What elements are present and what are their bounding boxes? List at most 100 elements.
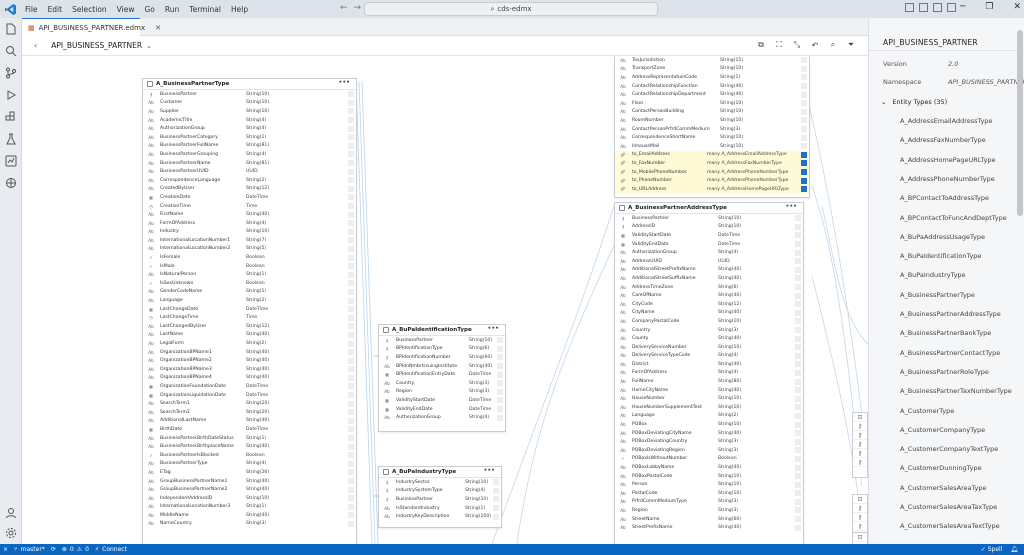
property-row[interactable]: Ab ContactPersonPrfrdCommMedium String(3) bbox=[615, 125, 809, 134]
entity-type-item[interactable]: A_BusinessPartnerRoleType bbox=[900, 368, 989, 376]
property-row[interactable]: Ab POBoxDeviatingCityName String(40) bbox=[615, 429, 803, 438]
row-handle[interactable] bbox=[493, 513, 499, 520]
entity-type-item[interactable]: A_BusinessPartnerAddressType bbox=[900, 310, 1001, 318]
row-handle[interactable] bbox=[795, 498, 801, 505]
entity-type-item[interactable]: A_CustomerCompanyTextType bbox=[900, 445, 998, 453]
property-row[interactable]: Ab OrganizationBPName4 String(40) bbox=[143, 374, 356, 383]
property-row[interactable]: ✓ BusinessPartnerIsBlocked Boolean bbox=[143, 451, 356, 460]
row-handle[interactable] bbox=[801, 65, 807, 72]
toggle-panel-icon[interactable] bbox=[919, 3, 928, 12]
row-handle[interactable] bbox=[497, 388, 503, 395]
row-handle[interactable] bbox=[348, 306, 354, 313]
restore-icon[interactable]: ❐ bbox=[985, 2, 993, 12]
row-handle[interactable] bbox=[348, 297, 354, 304]
row-handle[interactable] bbox=[348, 374, 354, 381]
branch-indicator[interactable]: ⑂ master* bbox=[14, 546, 45, 553]
property-row[interactable]: Ab CorrespondenceLanguage String(2) bbox=[143, 176, 356, 185]
menu-view[interactable]: View bbox=[112, 5, 140, 14]
entity-address-continued[interactable]: Ab TaxJurisdiction String(15) Ab TransportZo… bbox=[614, 56, 810, 198]
explorer-icon[interactable] bbox=[0, 18, 22, 40]
entity-partial-right-1[interactable]: ⊡ ⚷ ⚷ ⚷ ⚷ ⚷ bbox=[852, 412, 868, 478]
property-row[interactable]: Ab CareOfName String(40) bbox=[615, 291, 803, 300]
row-handle[interactable] bbox=[348, 478, 354, 485]
property-row[interactable]: Ab POBoxDeviatingRegion String(3) bbox=[615, 446, 803, 455]
row-handle[interactable] bbox=[795, 275, 801, 282]
entity-bupa-identification[interactable]: A_BuPaIdentificationType ••• ⚷ BusinessPa… bbox=[378, 324, 506, 432]
property-row[interactable]: Ab Country String(3) bbox=[615, 326, 803, 335]
property-row[interactable]: Ab HomeCityName String(40) bbox=[615, 386, 803, 395]
row-handle[interactable] bbox=[348, 383, 354, 390]
more-options-icon[interactable]: ••• bbox=[483, 467, 495, 474]
property-row[interactable]: Ab FullName String(80) bbox=[615, 377, 803, 386]
property-row[interactable]: ▦ ValidityStartDate DateTime bbox=[615, 231, 803, 240]
source-control-icon[interactable] bbox=[0, 62, 22, 84]
row-handle[interactable] bbox=[348, 280, 354, 287]
property-row[interactable]: Ab NameCountry String(3) bbox=[143, 520, 356, 529]
property-row[interactable]: ▦ LastChangeDate DateTime bbox=[143, 305, 356, 314]
property-row[interactable]: Ab Region String(3) bbox=[379, 388, 505, 397]
property-row[interactable]: ⚷ BPIdentificationType String(6) bbox=[379, 345, 505, 354]
row-handle[interactable] bbox=[348, 99, 354, 106]
entity-type-item[interactable]: A_CustomerSalesAreaType bbox=[900, 484, 986, 492]
property-row[interactable]: Ab HouseNumberSupplementText String(10) bbox=[615, 403, 803, 412]
property-row[interactable]: Ab Customer String(10) bbox=[143, 99, 356, 108]
property-row[interactable]: ▦ ValidityEndDate DateTime bbox=[615, 240, 803, 249]
row-handle[interactable] bbox=[348, 349, 354, 356]
row-handle[interactable] bbox=[348, 134, 354, 141]
property-row[interactable]: Ab ETag String(26) bbox=[143, 468, 356, 477]
navigation-row[interactable]: 🔗︎ to_EmailAddress many A_AddressEmailAddr… bbox=[615, 150, 809, 160]
property-row[interactable]: ✓ POBoxIsWithoutNumber Boolean bbox=[615, 455, 803, 464]
entity-bupa-industry[interactable]: A_BuPaIndustryType ••• ⚷ IndustrySector St… bbox=[378, 466, 502, 528]
row-handle[interactable] bbox=[348, 91, 354, 98]
row-handle[interactable] bbox=[348, 185, 354, 192]
entity-type-item[interactable]: A_BuPaIdentificationType bbox=[900, 252, 981, 260]
row-handle[interactable] bbox=[348, 409, 354, 416]
row-handle[interactable] bbox=[795, 344, 801, 351]
property-row[interactable]: Ab MiddleName String(40) bbox=[143, 511, 356, 520]
entity-business-partner-address[interactable]: A_BusinessPartnerAddressType ••• ⚷ Busine… bbox=[614, 202, 804, 544]
navigation-handle[interactable] bbox=[801, 151, 807, 158]
property-row[interactable]: ▦ BirthDate DateTime bbox=[143, 425, 356, 434]
row-handle[interactable] bbox=[497, 371, 503, 378]
property-row[interactable]: ◷ LastChangeTime Time bbox=[143, 313, 356, 322]
menu-terminal[interactable]: Terminal bbox=[184, 5, 226, 14]
row-handle[interactable] bbox=[348, 357, 354, 364]
undo-icon[interactable]: ↶ bbox=[810, 40, 820, 50]
row-handle[interactable] bbox=[801, 74, 807, 81]
tab-api-business-partner[interactable]: ▦ API_BUSINESS_PARTNER.edmx ✕ bbox=[22, 18, 161, 36]
property-row[interactable]: Ab AdditionalStreetSuffixName String(40) bbox=[615, 274, 803, 283]
row-handle[interactable] bbox=[795, 327, 801, 334]
row-handle[interactable] bbox=[493, 505, 499, 512]
row-handle[interactable] bbox=[348, 237, 354, 244]
property-row[interactable]: Ab District String(40) bbox=[615, 360, 803, 369]
property-row[interactable]: Ab County String(40) bbox=[615, 334, 803, 343]
row-handle[interactable] bbox=[348, 340, 354, 347]
property-row[interactable]: Ab AuthorizationGroup String(4) bbox=[615, 248, 803, 257]
row-handle[interactable] bbox=[795, 524, 801, 531]
property-row[interactable]: Ab ContactRelationshipDepartment String(40… bbox=[615, 90, 809, 99]
row-handle[interactable] bbox=[795, 447, 801, 454]
property-row[interactable]: Ab DeliveryServiceNumber String(10) bbox=[615, 343, 803, 352]
row-handle[interactable] bbox=[348, 512, 354, 519]
row-handle[interactable] bbox=[795, 481, 801, 488]
property-row[interactable]: Ab AuthorizationGroup String(4) bbox=[143, 124, 356, 133]
row-handle[interactable] bbox=[801, 117, 807, 124]
row-handle[interactable] bbox=[795, 232, 801, 239]
row-handle[interactable] bbox=[795, 249, 801, 256]
property-row[interactable]: Ab BusinessPartnerName String(81) bbox=[143, 159, 356, 168]
row-handle[interactable] bbox=[348, 228, 354, 235]
filter-icon[interactable]: ⏷ bbox=[846, 40, 856, 50]
property-row[interactable]: Ab IsNaturalPerson String(1) bbox=[143, 270, 356, 279]
property-row[interactable]: ✓ IsFemale Boolean bbox=[143, 253, 356, 262]
toggle-secondary-sidebar-icon[interactable] bbox=[933, 3, 942, 12]
entity-partial-right-3[interactable]: ⊡ bbox=[852, 532, 868, 544]
property-row[interactable]: Ab POBoxDeviatingCountry String(3) bbox=[615, 437, 803, 446]
property-row[interactable]: Ab BusinessPartnerCategory String(1) bbox=[143, 133, 356, 142]
property-row[interactable]: Ab Floor String(10) bbox=[615, 99, 809, 108]
row-handle[interactable] bbox=[348, 435, 354, 442]
row-handle[interactable] bbox=[795, 266, 801, 273]
row-handle[interactable] bbox=[348, 263, 354, 270]
row-handle[interactable] bbox=[348, 400, 354, 407]
property-row[interactable]: ⚷ BPIdentificationNumber String(60) bbox=[379, 353, 505, 362]
property-row[interactable]: Ab BusinessPartnerType String(4) bbox=[143, 460, 356, 469]
